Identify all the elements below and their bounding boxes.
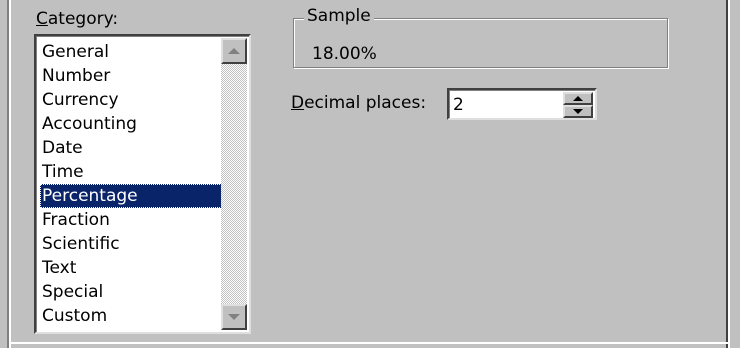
category-item-scientific[interactable]: Scientific (40, 232, 222, 256)
category-item-percentage[interactable]: Percentage (40, 184, 222, 208)
decimal-places-decrement-button[interactable] (563, 105, 593, 118)
scroll-up-button[interactable] (221, 38, 247, 64)
spin-up-arrow-icon (573, 96, 583, 101)
panel-bottom-edge (9, 342, 728, 344)
sample-value: 18.00% (312, 44, 377, 64)
category-item-accounting[interactable]: Accounting (40, 112, 222, 136)
panel-right-highlight (728, 0, 730, 348)
category-item-general[interactable]: General (40, 40, 222, 64)
spin-down-arrow-icon (573, 109, 583, 114)
decimal-places-label: Decimal places: (291, 93, 426, 113)
category-item-time[interactable]: Time (40, 160, 222, 184)
category-label: Category: (36, 9, 118, 29)
decimal-places-label-accelerator: D (291, 93, 305, 113)
decimal-places-input[interactable]: 2 (453, 94, 464, 116)
category-item-custom[interactable]: Custom (40, 304, 222, 328)
decimal-places-spinner[interactable]: 2 (447, 88, 597, 120)
category-item-special[interactable]: Special (40, 280, 222, 304)
category-item-fraction[interactable]: Fraction (40, 208, 222, 232)
category-item-date[interactable]: Date (40, 136, 222, 160)
sample-caption: Sample (304, 6, 374, 26)
scroll-down-arrow-icon (228, 314, 240, 320)
decimal-places-increment-button[interactable] (563, 92, 593, 105)
decimal-places-label-text: ecimal places: (304, 93, 427, 113)
scroll-up-arrow-icon (228, 48, 240, 54)
category-item-currency[interactable]: Currency (40, 88, 222, 112)
category-label-text: ategory: (47, 9, 119, 29)
category-item-text[interactable]: Text (40, 256, 222, 280)
category-label-accelerator: C (36, 9, 48, 29)
scroll-down-button[interactable] (221, 304, 247, 330)
category-scrollbar[interactable] (221, 38, 247, 330)
category-item-number[interactable]: Number (40, 64, 222, 88)
category-items: General Number Currency Accounting Date Time P… (40, 40, 222, 328)
category-listbox[interactable]: General Number Currency Accounting Date Time P… (34, 34, 251, 334)
panel-left-highlight (9, 0, 11, 348)
